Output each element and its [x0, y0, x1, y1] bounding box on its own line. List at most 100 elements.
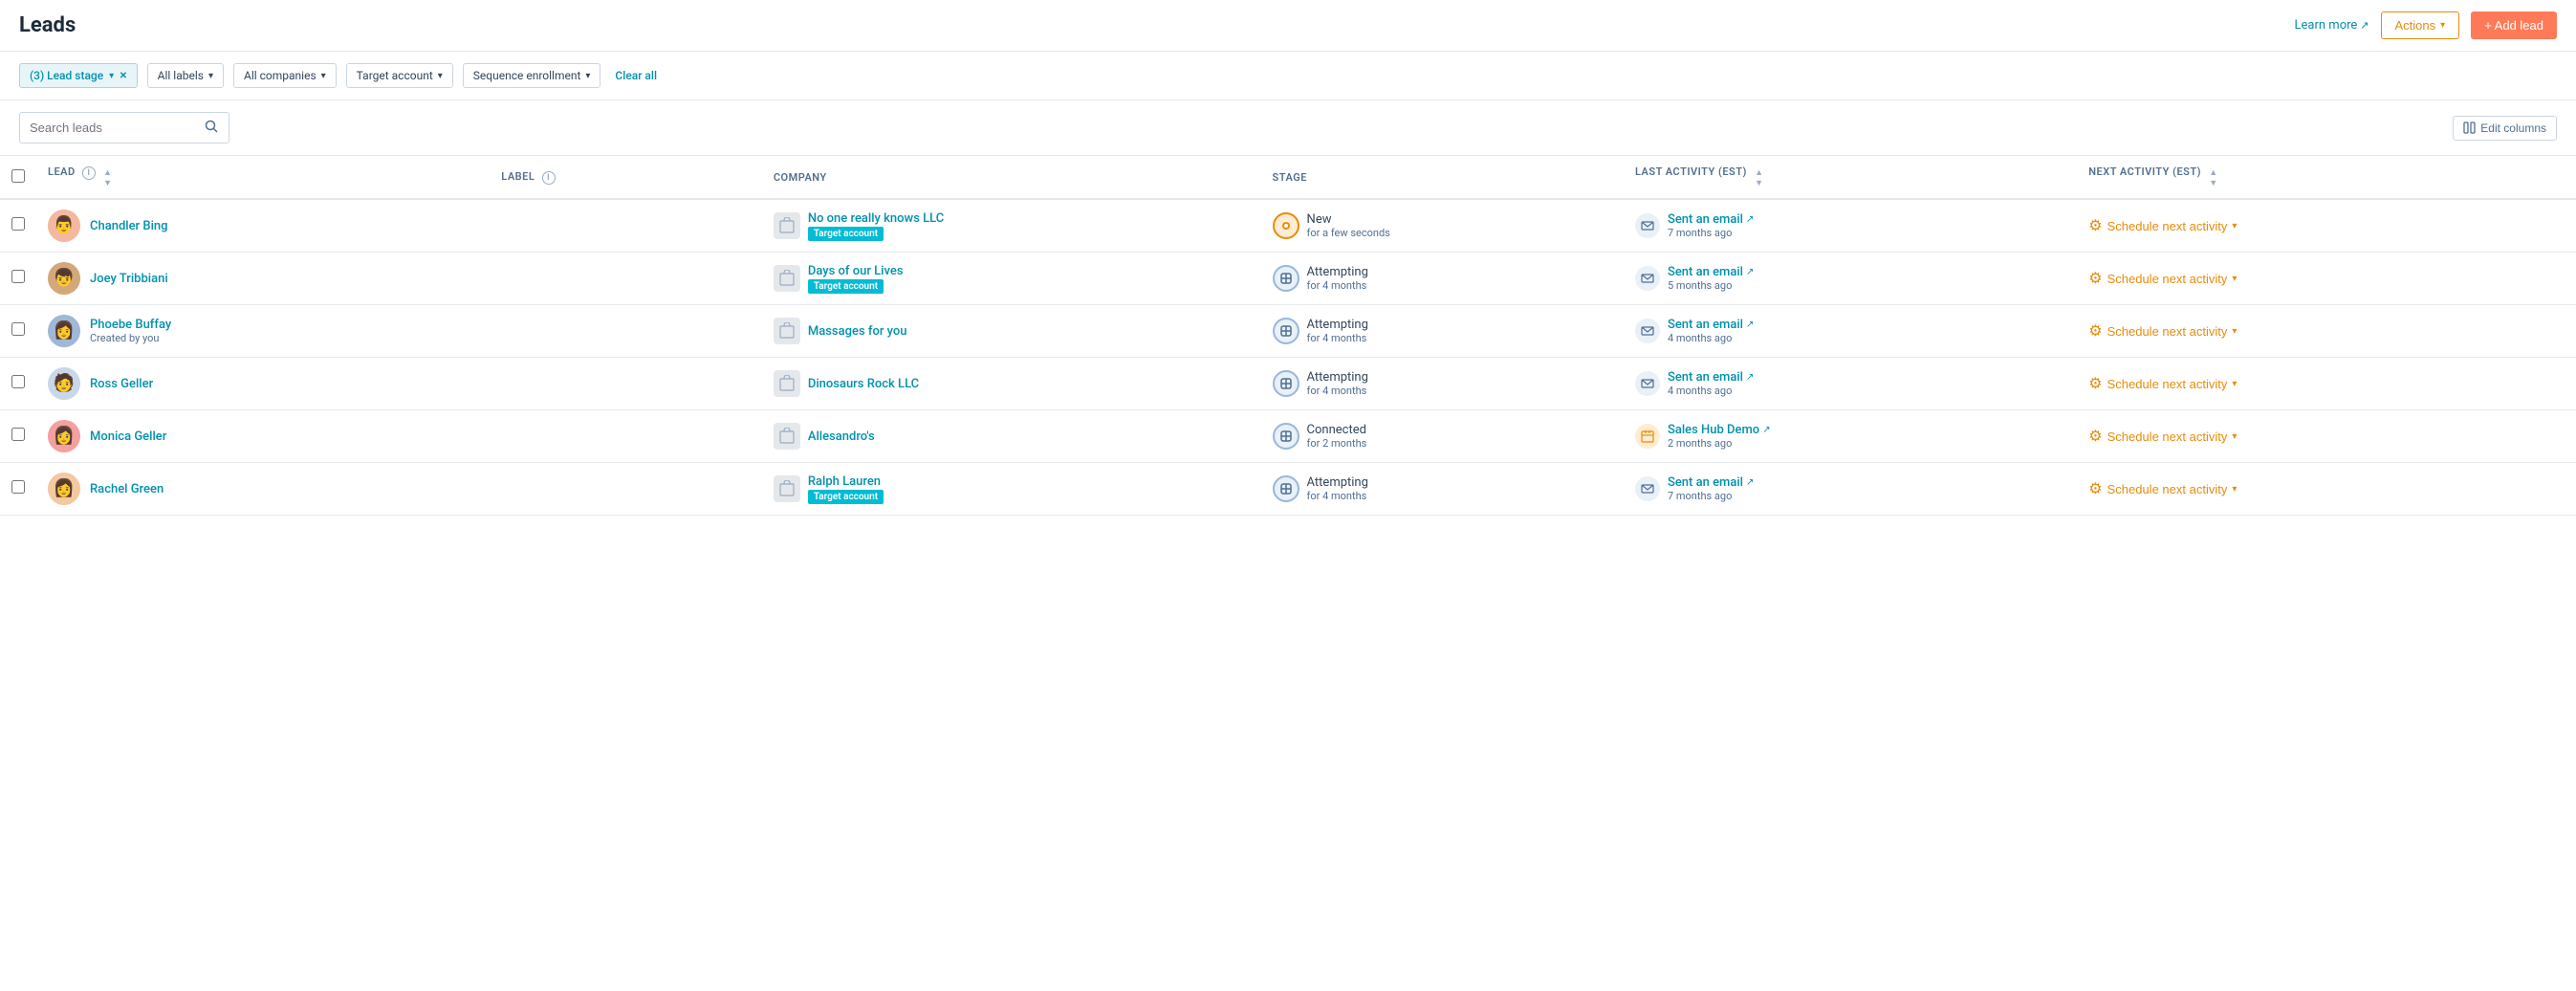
last-activity-link[interactable]: Sent an email ↗ [1668, 265, 1754, 279]
company-details: Allesandro's [808, 429, 875, 444]
lead-name[interactable]: Rachel Green [90, 482, 164, 496]
row-checkbox[interactable] [11, 322, 25, 336]
page-title: Leads [19, 13, 76, 37]
sequence-enrollment-filter[interactable]: Sequence enrollment ▾ [463, 63, 601, 88]
company-name[interactable]: Dinosaurs Rock LLC [808, 377, 919, 391]
svg-text:👩: 👩 [54, 477, 75, 498]
select-all-header[interactable] [0, 156, 36, 200]
next-activity-cell: ⚙ Schedule next activity ▾ [2077, 358, 2576, 410]
company-logo [774, 265, 800, 292]
activity-time: 5 months ago [1668, 279, 1754, 292]
stage-name: Attempting [1307, 370, 1368, 385]
row-checkbox-cell[interactable] [0, 305, 36, 358]
stage-duration: for 2 months [1307, 437, 1367, 450]
row-checkbox-cell[interactable] [0, 358, 36, 410]
row-checkbox-cell[interactable] [0, 410, 36, 463]
row-checkbox[interactable] [11, 217, 25, 231]
company-cell: Ralph Lauren Target account [762, 463, 1261, 516]
company-details: Dinosaurs Rock LLC [808, 377, 919, 391]
next-activity-cell: ⚙ Schedule next activity ▾ [2077, 463, 2576, 516]
label-cell [490, 253, 762, 305]
row-checkbox-cell[interactable] [0, 253, 36, 305]
schedule-next-activity-button[interactable]: ⚙ Schedule next activity ▾ [2088, 374, 2237, 393]
search-button[interactable] [204, 119, 219, 137]
target-account-filter[interactable]: Target account ▾ [346, 63, 453, 88]
select-all-checkbox[interactable] [11, 169, 25, 183]
remove-lead-stage-filter[interactable]: × [120, 69, 126, 82]
top-bar-left: Leads [19, 13, 76, 37]
add-lead-button[interactable]: + Add lead [2471, 11, 2557, 39]
activity-time: 7 months ago [1668, 490, 1754, 502]
row-checkbox[interactable] [11, 428, 25, 441]
next-activity-sort[interactable]: ▲▼ [2209, 167, 2217, 188]
lead-name[interactable]: Joey Tribbiani [90, 272, 168, 286]
stage-cell: Attempting for 4 months [1261, 305, 1624, 358]
label-cell [490, 410, 762, 463]
learn-more-link[interactable]: Learn more ↗ [2295, 18, 2369, 33]
schedule-next-activity-button[interactable]: ⚙ Schedule next activity ▾ [2088, 479, 2237, 498]
table-row: 👩 Rachel Green Ralph Lauren [0, 463, 2576, 516]
schedule-next-activity-button[interactable]: ⚙ Schedule next activity ▾ [2088, 216, 2237, 235]
activity-details: Sent an email ↗ 4 months ago [1668, 318, 1754, 344]
next-activity-cell: ⚙ Schedule next activity ▾ [2077, 253, 2576, 305]
actions-button[interactable]: Actions ▾ [2381, 11, 2460, 39]
row-checkbox[interactable] [11, 270, 25, 283]
stage-info: Attempting for 4 months [1307, 265, 1368, 292]
company-cell: Dinosaurs Rock LLC [762, 358, 1261, 410]
activity-time: 7 months ago [1668, 227, 1754, 239]
row-checkbox[interactable] [11, 480, 25, 494]
last-activity-link[interactable]: Sales Hub Demo ↗ [1668, 423, 1771, 437]
company-name[interactable]: Ralph Lauren [808, 474, 884, 489]
last-activity-link[interactable]: Sent an email ↗ [1668, 318, 1754, 332]
chevron-down-icon: ▾ [2232, 221, 2237, 231]
company-name[interactable]: No one really knows LLC [808, 211, 944, 226]
last-activity-link[interactable]: Sent an email ↗ [1668, 212, 1754, 227]
label-info-icon[interactable]: i [542, 171, 556, 185]
lead-name[interactable]: Monica Geller [90, 429, 166, 444]
schedule-icon: ⚙ [2088, 321, 2102, 341]
stage-cell: Attempting for 4 months [1261, 463, 1624, 516]
company-cell: Days of our Lives Target account [762, 253, 1261, 305]
lead-sort[interactable]: ▲▼ [103, 167, 112, 188]
row-checkbox[interactable] [11, 375, 25, 388]
last-activity-link[interactable]: Sent an email ↗ [1668, 370, 1754, 385]
table-body: 👨 Chandler Bing No one really knows L [0, 199, 2576, 516]
schedule-next-activity-button[interactable]: ⚙ Schedule next activity ▾ [2088, 321, 2237, 341]
company-logo [774, 212, 800, 239]
next-activity-cell: ⚙ Schedule next activity ▾ [2077, 199, 2576, 253]
row-checkbox-cell[interactable] [0, 199, 36, 253]
stage-name: Connected [1307, 423, 1367, 437]
company-name[interactable]: Days of our Lives [808, 264, 904, 278]
lead-name[interactable]: Chandler Bing [90, 219, 168, 233]
clear-all-button[interactable]: Clear all [610, 64, 662, 87]
stage-info: New for a few seconds [1307, 212, 1390, 239]
lead-stage-filter[interactable]: (3) Lead stage ▾ × [19, 63, 138, 88]
all-labels-filter[interactable]: All labels ▾ [147, 63, 224, 88]
search-input-wrap[interactable] [19, 112, 229, 143]
svg-text:👨: 👨 [54, 214, 75, 235]
lead-info-icon[interactable]: i [82, 166, 96, 180]
last-activity-cell: Sent an email ↗ 4 months ago [1624, 358, 2077, 410]
schedule-label: Schedule next activity [2107, 219, 2228, 233]
edit-columns-button[interactable]: Edit columns [2453, 116, 2557, 141]
last-activity-link[interactable]: Sent an email ↗ [1668, 475, 1754, 490]
company-cell: Massages for you [762, 305, 1261, 358]
chevron-down-icon: ▾ [585, 71, 590, 81]
lead-info: Ross Geller [90, 377, 153, 391]
row-checkbox-cell[interactable] [0, 463, 36, 516]
lead-name[interactable]: Ross Geller [90, 377, 153, 391]
last-activity-sort[interactable]: ▲▼ [1755, 167, 1763, 188]
lead-name[interactable]: Phoebe Buffay [90, 318, 171, 332]
search-input[interactable] [30, 121, 204, 135]
stage-cell: Connected for 2 months [1261, 410, 1624, 463]
schedule-label: Schedule next activity [2107, 272, 2228, 286]
chevron-down-icon: ▾ [2440, 20, 2445, 31]
target-account-badge: Target account [808, 227, 884, 241]
all-companies-filter[interactable]: All companies ▾ [233, 63, 337, 88]
schedule-next-activity-button[interactable]: ⚙ Schedule next activity ▾ [2088, 427, 2237, 446]
schedule-next-activity-button[interactable]: ⚙ Schedule next activity ▾ [2088, 269, 2237, 288]
company-name[interactable]: Massages for you [808, 324, 907, 339]
schedule-label: Schedule next activity [2107, 429, 2228, 444]
company-name[interactable]: Allesandro's [808, 429, 875, 444]
label-cell [490, 358, 762, 410]
